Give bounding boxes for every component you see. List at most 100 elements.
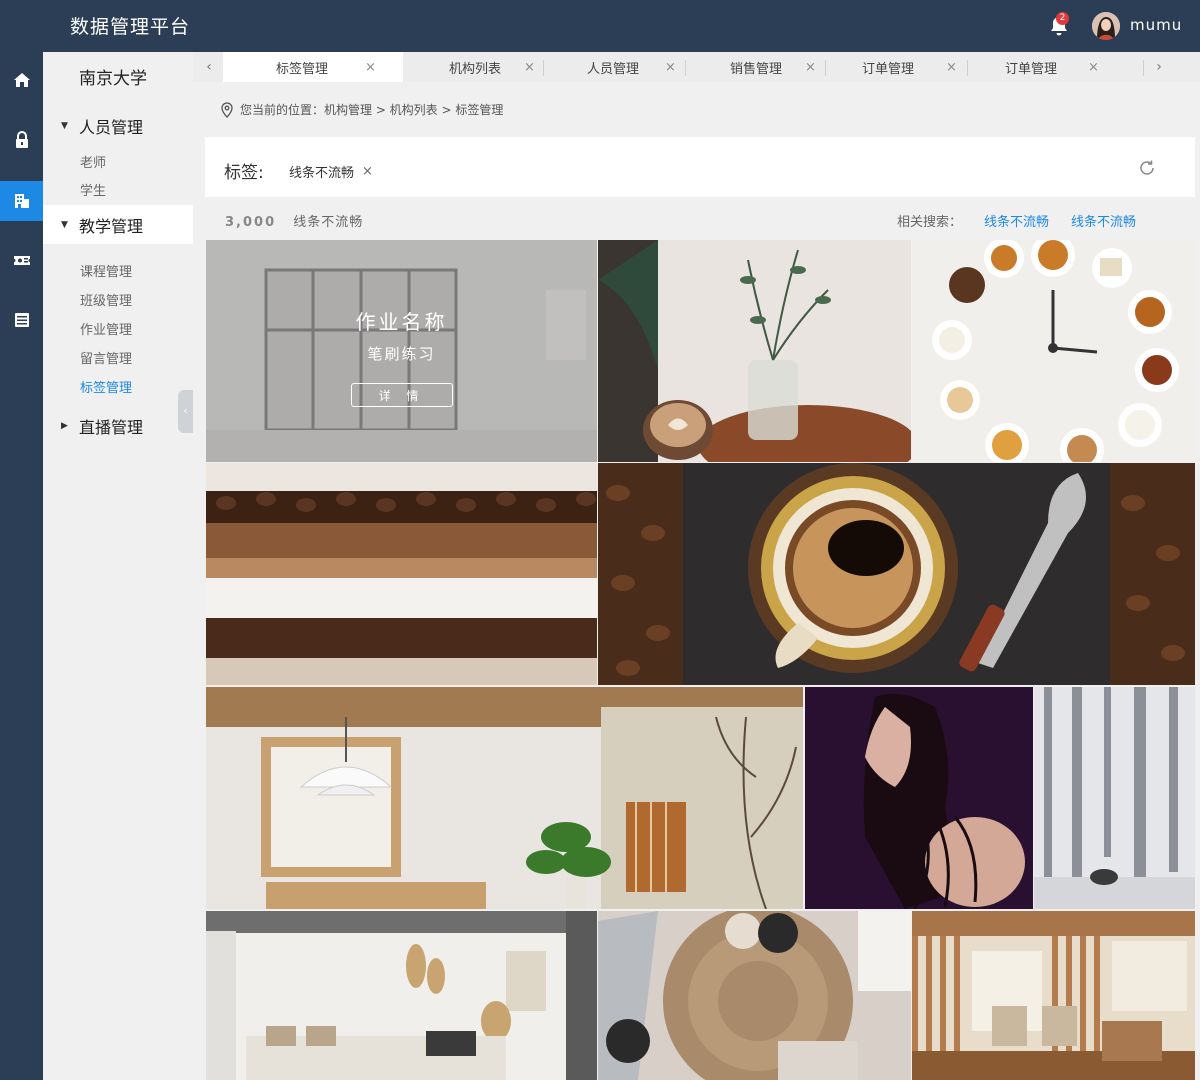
portrait-photo — [805, 687, 1033, 909]
tab-divider — [1143, 60, 1144, 76]
tab-orders[interactable]: 订单管理 × — [825, 52, 967, 82]
close-icon[interactable]: × — [365, 60, 376, 75]
sidebar-item-teacher[interactable]: 老师 — [80, 152, 106, 171]
result-stats: 3,000 线条不流畅 — [225, 211, 363, 230]
image-tile[interactable] — [206, 911, 597, 1080]
tab-scroll-left[interactable]: ‹ — [195, 52, 223, 82]
tab-sales[interactable]: 销售管理 × — [685, 52, 825, 82]
sidebar-group-staff[interactable]: ▼ 人员管理 — [61, 114, 143, 138]
list-icon — [14, 313, 29, 327]
tag-title: 标签: — [224, 163, 264, 183]
image-tile[interactable] — [1034, 687, 1195, 909]
rail-building[interactable] — [0, 181, 43, 221]
sidebar-item-student[interactable]: 学生 — [80, 180, 106, 199]
sidebar-item-course[interactable]: 课程管理 — [80, 261, 132, 280]
caret-right-icon: ▶ — [61, 421, 68, 431]
result-count: 3,000 — [225, 215, 277, 230]
sidebar-item-message[interactable]: 留言管理 — [80, 348, 132, 367]
tab-tag-management[interactable]: 标签管理 × — [223, 52, 403, 82]
related-search: 相关搜索： 线条不流畅 线条不流畅 — [897, 211, 1136, 230]
refresh-icon[interactable] — [1138, 159, 1156, 177]
rail-lock[interactable] — [0, 120, 43, 160]
image-tile[interactable] — [912, 240, 1195, 462]
tab-label: 人员管理 — [587, 61, 640, 77]
chevron-left-icon: ‹ — [206, 59, 212, 75]
breadcrumb: 您当前的位置：机构管理 > 机构列表 > 标签管理 — [220, 101, 503, 118]
school-name: 南京大学 — [79, 69, 147, 89]
image-tile[interactable] — [598, 240, 911, 462]
close-icon[interactable]: × — [946, 60, 957, 75]
tag-chip-label: 线条不流畅 — [289, 166, 355, 181]
overlay-title: 作业名称 — [355, 310, 448, 334]
image-tile[interactable] — [598, 463, 1195, 685]
sidebar-group-label: 教学管理 — [79, 216, 144, 236]
close-icon[interactable]: × — [805, 60, 816, 75]
sidebar-group-label: 人员管理 — [79, 118, 144, 137]
icon-rail — [0, 52, 43, 1080]
tile-hover-overlay: 作业名称 笔刷练习 详 情 — [206, 240, 597, 462]
sidebar-group-live[interactable]: ▶ 直播管理 — [61, 414, 143, 438]
details-button[interactable]: 详 情 — [350, 383, 453, 407]
tab-orders-2[interactable]: 订单管理 × — [967, 52, 1109, 82]
app-title: 数据管理平台 — [70, 16, 191, 38]
chevron-left-icon: ‹ — [183, 406, 188, 417]
image-tile[interactable] — [206, 463, 597, 685]
tab-scroll-right[interactable]: › — [1145, 52, 1173, 82]
username[interactable]: mumu — [1130, 16, 1182, 34]
close-icon[interactable]: × — [524, 60, 535, 75]
tab-label: 机构列表 — [449, 61, 502, 77]
related-search-label: 相关搜索： — [897, 215, 963, 230]
sidebar-item-homework[interactable]: 作业管理 — [80, 319, 132, 338]
image-tile[interactable] — [805, 687, 1033, 909]
close-icon[interactable]: × — [1088, 60, 1099, 75]
avatar[interactable] — [1092, 12, 1120, 40]
sidebar-item-tags[interactable]: 标签管理 — [80, 377, 132, 396]
lock-icon — [15, 131, 28, 148]
overlay-subtitle: 笔刷练习 — [367, 345, 436, 363]
tab-staff[interactable]: 人员管理 × — [543, 52, 685, 82]
notification-badge: 2 — [1056, 12, 1069, 25]
image-tile[interactable] — [912, 911, 1195, 1080]
rail-list[interactable] — [0, 300, 43, 340]
sidebar: 南京大学 ▼ 人员管理 老师 学生 ▼ 教学管理 课程管理 班级管理 作业管理 … — [43, 52, 193, 1080]
building-icon — [14, 194, 29, 208]
caret-down-icon: ▼ — [61, 219, 68, 230]
tab-label: 订单管理 — [1005, 61, 1058, 77]
breadcrumb-text: 您当前的位置：机构管理 > 机构列表 > 标签管理 — [240, 103, 504, 117]
location-pin-icon — [221, 101, 233, 118]
wooden-interior-photo — [912, 911, 1195, 1080]
sidebar-item-class[interactable]: 班级管理 — [80, 290, 132, 309]
home-icon — [13, 73, 30, 87]
close-icon[interactable]: × — [665, 60, 676, 75]
sidebar-group-teaching[interactable]: ▼ 教学管理 — [43, 205, 193, 244]
close-icon[interactable]: × — [362, 164, 373, 179]
tab-label: 订单管理 — [862, 61, 915, 77]
image-tile[interactable] — [598, 911, 911, 1080]
rail-home[interactable] — [0, 60, 43, 100]
top-bar: 数据管理平台 2 mumu — [0, 0, 1200, 52]
rail-ticket[interactable] — [0, 240, 43, 280]
interior-lamp-photo — [206, 687, 803, 909]
coffee-clock-photo — [912, 240, 1195, 462]
image-tile[interactable]: 作业名称 笔刷练习 详 情 — [206, 240, 597, 462]
living-room-photo — [206, 911, 597, 1080]
rug-photo — [598, 911, 911, 1080]
chevron-right-icon: › — [1156, 59, 1162, 75]
related-search-link[interactable]: 线条不流畅 — [1071, 211, 1136, 230]
sidebar-group-label: 直播管理 — [79, 418, 144, 437]
coffee-layers-photo — [206, 463, 597, 685]
image-tile[interactable] — [206, 687, 803, 909]
tag-chip: 线条不流畅 × — [289, 162, 373, 181]
espresso-photo — [598, 463, 1195, 685]
tag-panel: 标签: 线条不流畅 × — [205, 137, 1195, 197]
caret-down-icon: ▼ — [61, 121, 68, 131]
tab-org-list[interactable]: 机构列表 × — [403, 52, 543, 82]
result-tag: 线条不流畅 — [293, 215, 364, 230]
sidebar-collapse-handle[interactable]: ‹ — [178, 390, 193, 433]
ticket-icon — [13, 256, 30, 265]
tab-bar: ‹ 标签管理 × 机构列表 × 人员管理 × 销售管理 × 订单管理 × 订单管… — [193, 52, 1200, 82]
tab-label: 标签管理 — [276, 61, 329, 77]
forest-photo — [1034, 687, 1195, 909]
tab-label: 销售管理 — [730, 61, 783, 77]
related-search-link[interactable]: 线条不流畅 — [984, 211, 1049, 230]
